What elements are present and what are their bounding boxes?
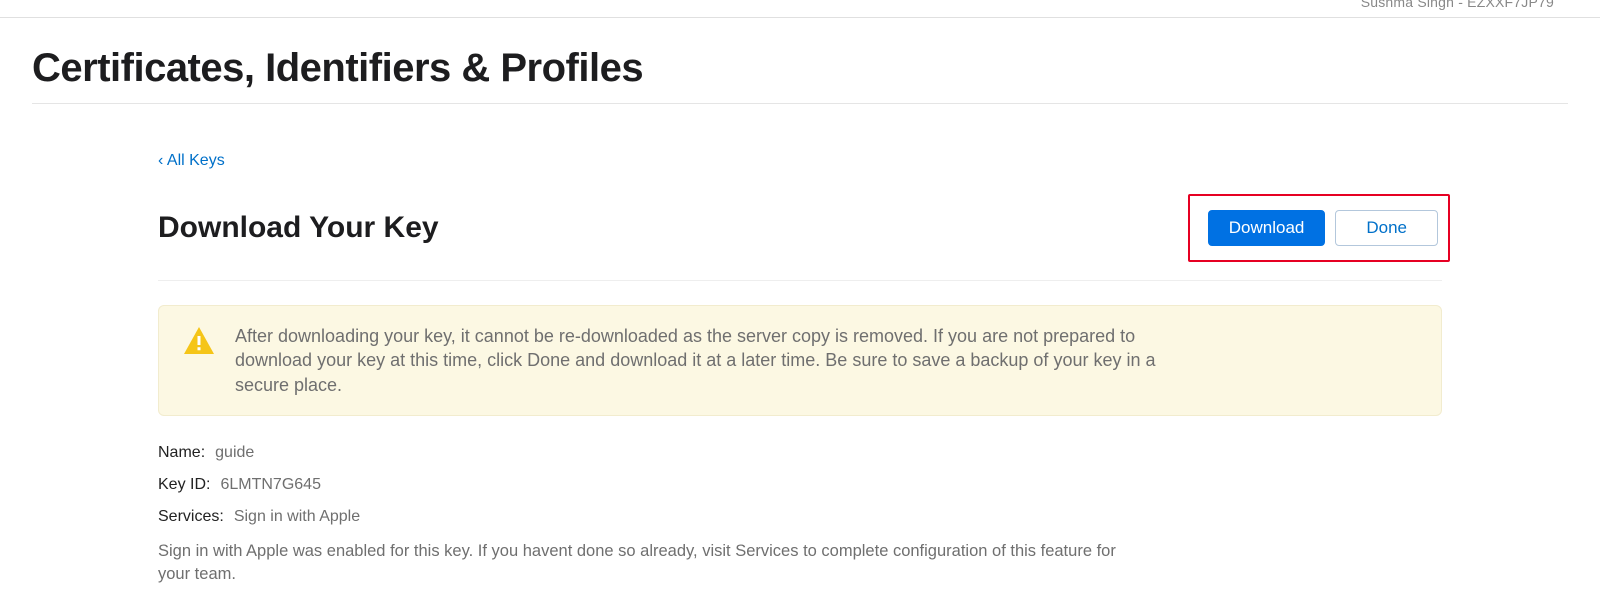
section-title: Certificates, Identifiers & Profiles [32, 18, 1568, 104]
download-button[interactable]: Download [1208, 210, 1326, 246]
warning-text: After downloading your key, it cannot be… [235, 324, 1185, 397]
top-bar: Sushma Singh - EZXXF7JP79 [0, 0, 1600, 18]
warning-banner: After downloading your key, it cannot be… [158, 305, 1442, 416]
back-all-keys-link[interactable]: ‹ All Keys [158, 152, 225, 169]
services-note: Sign in with Apple was enabled for this … [158, 540, 1128, 586]
done-button[interactable]: Done [1335, 210, 1438, 246]
page-title: Download Your Key [158, 211, 439, 245]
detail-row-keyid: Key ID: 6LMTN7G645 [158, 476, 1442, 494]
breadcrumb: ‹ All Keys [158, 104, 1442, 170]
detail-row-services: Services: Sign in with Apple [158, 508, 1442, 526]
detail-row-name: Name: guide [158, 444, 1442, 462]
keyid-value: 6LMTN7G645 [220, 476, 321, 494]
key-details: Name: guide Key ID: 6LMTN7G645 Services:… [158, 416, 1442, 586]
services-label: Services: [158, 508, 226, 526]
action-highlight-box: Download Done [1188, 194, 1450, 262]
name-value: guide [215, 444, 254, 462]
name-label: Name: [158, 444, 207, 462]
warning-icon [181, 324, 217, 364]
services-value: Sign in with Apple [234, 508, 360, 526]
keyid-label: Key ID: [158, 476, 212, 494]
account-label: Sushma Singh - EZXXF7JP79 [1361, 0, 1554, 10]
